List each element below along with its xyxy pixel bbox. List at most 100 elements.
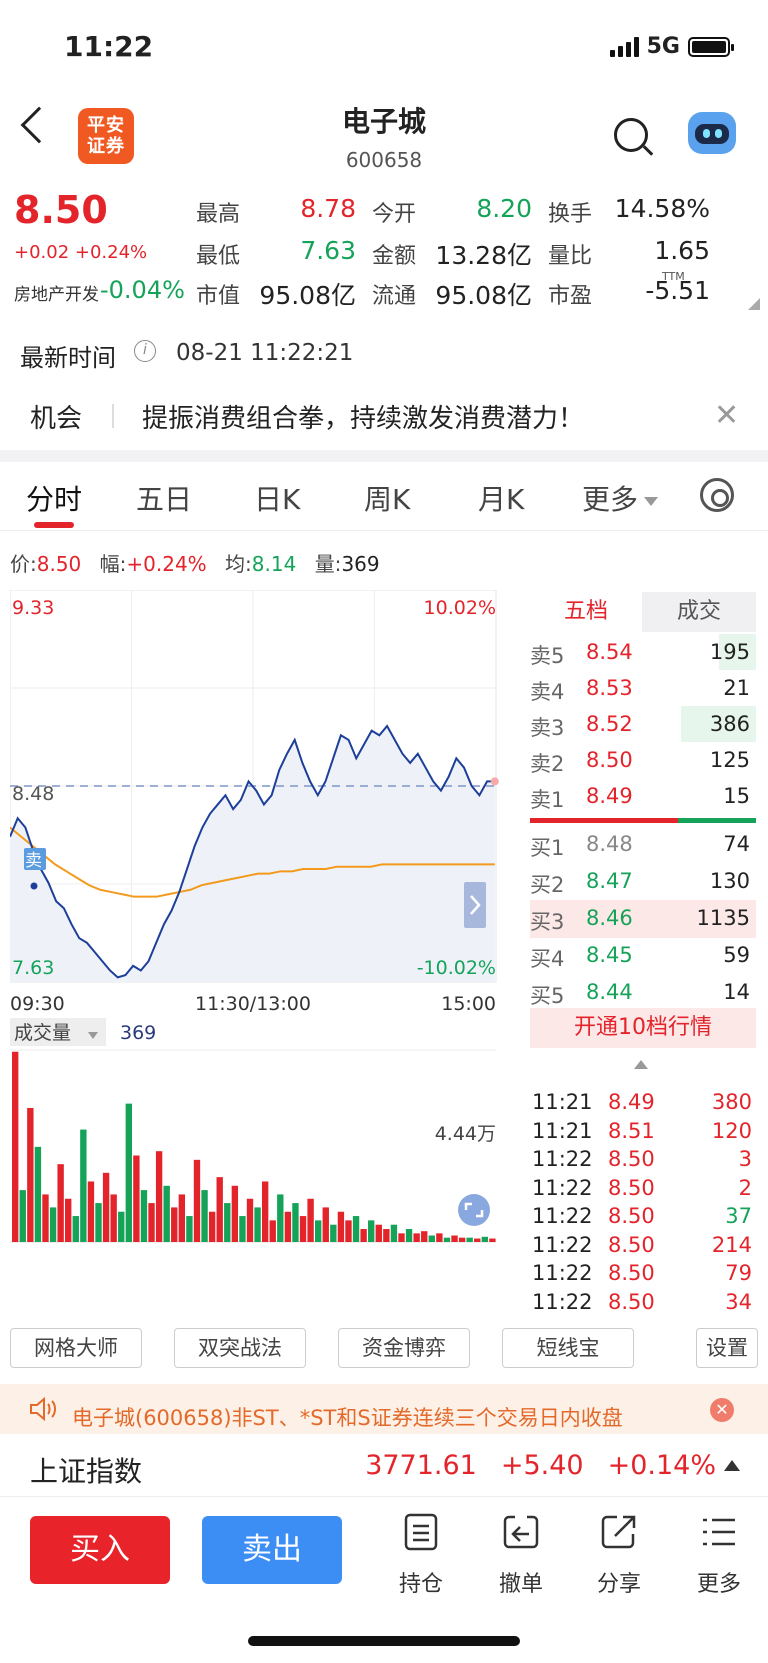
volume-bar [178, 1194, 186, 1242]
buy-level-row[interactable]: 买2 8.47 130 [530, 863, 756, 901]
tick-time: 11:22 [532, 1232, 593, 1257]
volume-bar [208, 1211, 216, 1242]
volume-bar [171, 1207, 178, 1242]
info-icon[interactable]: i [134, 340, 156, 362]
buy-pressure-bar [678, 818, 756, 823]
tab-daily-k[interactable]: 日K [254, 478, 300, 518]
index-values[interactable]: 3771.61 +5.40 +0.14% [365, 1450, 716, 1481]
quote-value: 8.20 [476, 194, 532, 223]
tab-more[interactable]: 更多 [582, 478, 659, 518]
volume-max-label: 4.44万 [435, 1123, 496, 1145]
news-headline[interactable]: 提振消费组合拳，持续激发消费潜力！ [142, 398, 584, 435]
sector-name[interactable]: 房地产开发 [14, 280, 99, 305]
pct-label-bottom: -10.02% [417, 957, 496, 979]
tick-price: 8.50 [608, 1289, 655, 1314]
volume-bar [398, 1233, 405, 1242]
volume-bar [421, 1231, 428, 1242]
update-time: 08-21 11:22:21 [176, 340, 354, 366]
sell-level-row[interactable]: 卖1 8.49 15 [530, 778, 756, 816]
tool-fund-game[interactable]: 资金博弈 [338, 1328, 470, 1368]
level-volume: 386 [709, 712, 750, 736]
info-volume: 369 [341, 552, 380, 576]
level-price: 8.44 [586, 980, 633, 1004]
quote-value: 1.65 [654, 236, 710, 265]
tick-volume: 34 [725, 1289, 752, 1314]
info-amplitude: +0.24% [126, 552, 207, 576]
volume-bar [307, 1198, 314, 1242]
buy-level-row[interactable]: 买3 8.46 1135 [530, 900, 756, 938]
volume-bar [163, 1185, 170, 1242]
volume-bar [246, 1198, 254, 1242]
search-icon[interactable] [614, 118, 648, 152]
home-indicator [248, 1636, 520, 1646]
tick-time: 11:22 [532, 1175, 593, 1200]
y-label-bottom: 7.63 [12, 957, 54, 979]
tick-price: 8.50 [608, 1147, 655, 1171]
sell-button[interactable]: 卖出 [202, 1516, 342, 1584]
volume-bar [34, 1146, 42, 1242]
chart-info-bar: 价:8.50 幅:+0.24% 均:8.14 量:369 [10, 552, 380, 576]
sell-level-row[interactable]: 卖5 8.54 195 [530, 634, 756, 672]
tick-volume: 79 [725, 1261, 752, 1285]
volume-bar [330, 1224, 337, 1242]
index-name[interactable]: 上证指数 [30, 1450, 142, 1490]
tool-double-break[interactable]: 双突战法 [174, 1328, 306, 1368]
quote-value: 95.08亿 [259, 281, 356, 310]
volume-bar [284, 1211, 292, 1242]
tab-intraday[interactable]: 分时 [26, 478, 82, 518]
sell-level-row[interactable]: 卖3 8.52 386 [530, 706, 756, 744]
assistant-robot-icon[interactable] [688, 112, 736, 154]
buy-button[interactable]: 买入 [30, 1516, 170, 1584]
buy-level-row[interactable]: 买5 8.44 14 [530, 974, 756, 1012]
tool-short-line[interactable]: 短线宝 [502, 1328, 634, 1368]
buy-level-row[interactable]: 买4 8.45 59 [530, 937, 756, 975]
more-button[interactable]: 更多 [684, 1512, 754, 1598]
volume-bar [12, 1051, 19, 1242]
tick-price: 8.50 [608, 1204, 655, 1228]
intraday-chart[interactable]: 卖 9.33 8.48 7.63 10.02% -10.02% 09:30 11:30/13:… [10, 590, 526, 1318]
positions-button[interactable]: 持仓 [386, 1512, 456, 1598]
level-volume: 21 [723, 676, 750, 700]
cancel-order-button[interactable]: 撤单 [486, 1512, 556, 1598]
tab-five-level[interactable]: 五档 [530, 592, 642, 632]
gear-icon[interactable] [700, 478, 734, 512]
volume-bar [322, 1207, 329, 1242]
close-icon[interactable]: ✕ [710, 1398, 734, 1422]
level-label: 卖1 [530, 788, 565, 812]
collapse-up-icon[interactable] [634, 1060, 648, 1069]
expand-up-icon[interactable] [724, 1460, 740, 1471]
expand-corner-icon[interactable] [748, 298, 760, 310]
info-price: 8.50 [36, 552, 82, 576]
quote-value: 7.63 [300, 236, 356, 265]
tab-five-day[interactable]: 五日 [136, 478, 192, 518]
volume-bar [458, 1237, 466, 1242]
volume-bar [299, 1216, 307, 1242]
tick-volume: 380 [711, 1090, 752, 1114]
quote-value: 8.78 [300, 194, 356, 223]
index-change: +5.40 [500, 1450, 584, 1481]
sell-pressure-bar [530, 818, 678, 823]
level-label: 买3 [530, 910, 565, 934]
tool-settings[interactable]: 设置 [696, 1328, 758, 1368]
section-divider [0, 450, 768, 462]
sell-level-row[interactable]: 卖2 8.50 125 [530, 742, 756, 780]
volume-bar [474, 1238, 481, 1242]
volume-bar [42, 1194, 49, 1242]
share-button[interactable]: 分享 [584, 1512, 654, 1598]
buy-level-row[interactable]: 买1 8.48 74 [530, 826, 756, 864]
app-root: 11:22 5G 平安证券 电子城 600658 8.50 +0.02 +0.2… [0, 0, 768, 1663]
tab-monthly-k[interactable]: 月K [478, 478, 524, 518]
info-average: 8.14 [251, 552, 297, 576]
sell-level-row[interactable]: 卖4 8.53 21 [530, 670, 756, 708]
tab-weekly-k[interactable]: 周K [364, 478, 410, 518]
open-10-level-button[interactable]: 开通10档行情 [530, 1008, 756, 1048]
price-area-fill [10, 726, 495, 982]
tool-grid-master[interactable]: 网格大师 [10, 1328, 142, 1368]
zoom-button [458, 1194, 490, 1226]
close-icon[interactable]: ✕ [714, 398, 739, 433]
tick-time: 11:22 [532, 1147, 593, 1171]
sector-change[interactable]: -0.04% [100, 276, 185, 304]
volume-bar [489, 1238, 496, 1242]
tick-volume: 2 [738, 1175, 752, 1200]
tab-trades[interactable]: 成交 [642, 592, 756, 632]
